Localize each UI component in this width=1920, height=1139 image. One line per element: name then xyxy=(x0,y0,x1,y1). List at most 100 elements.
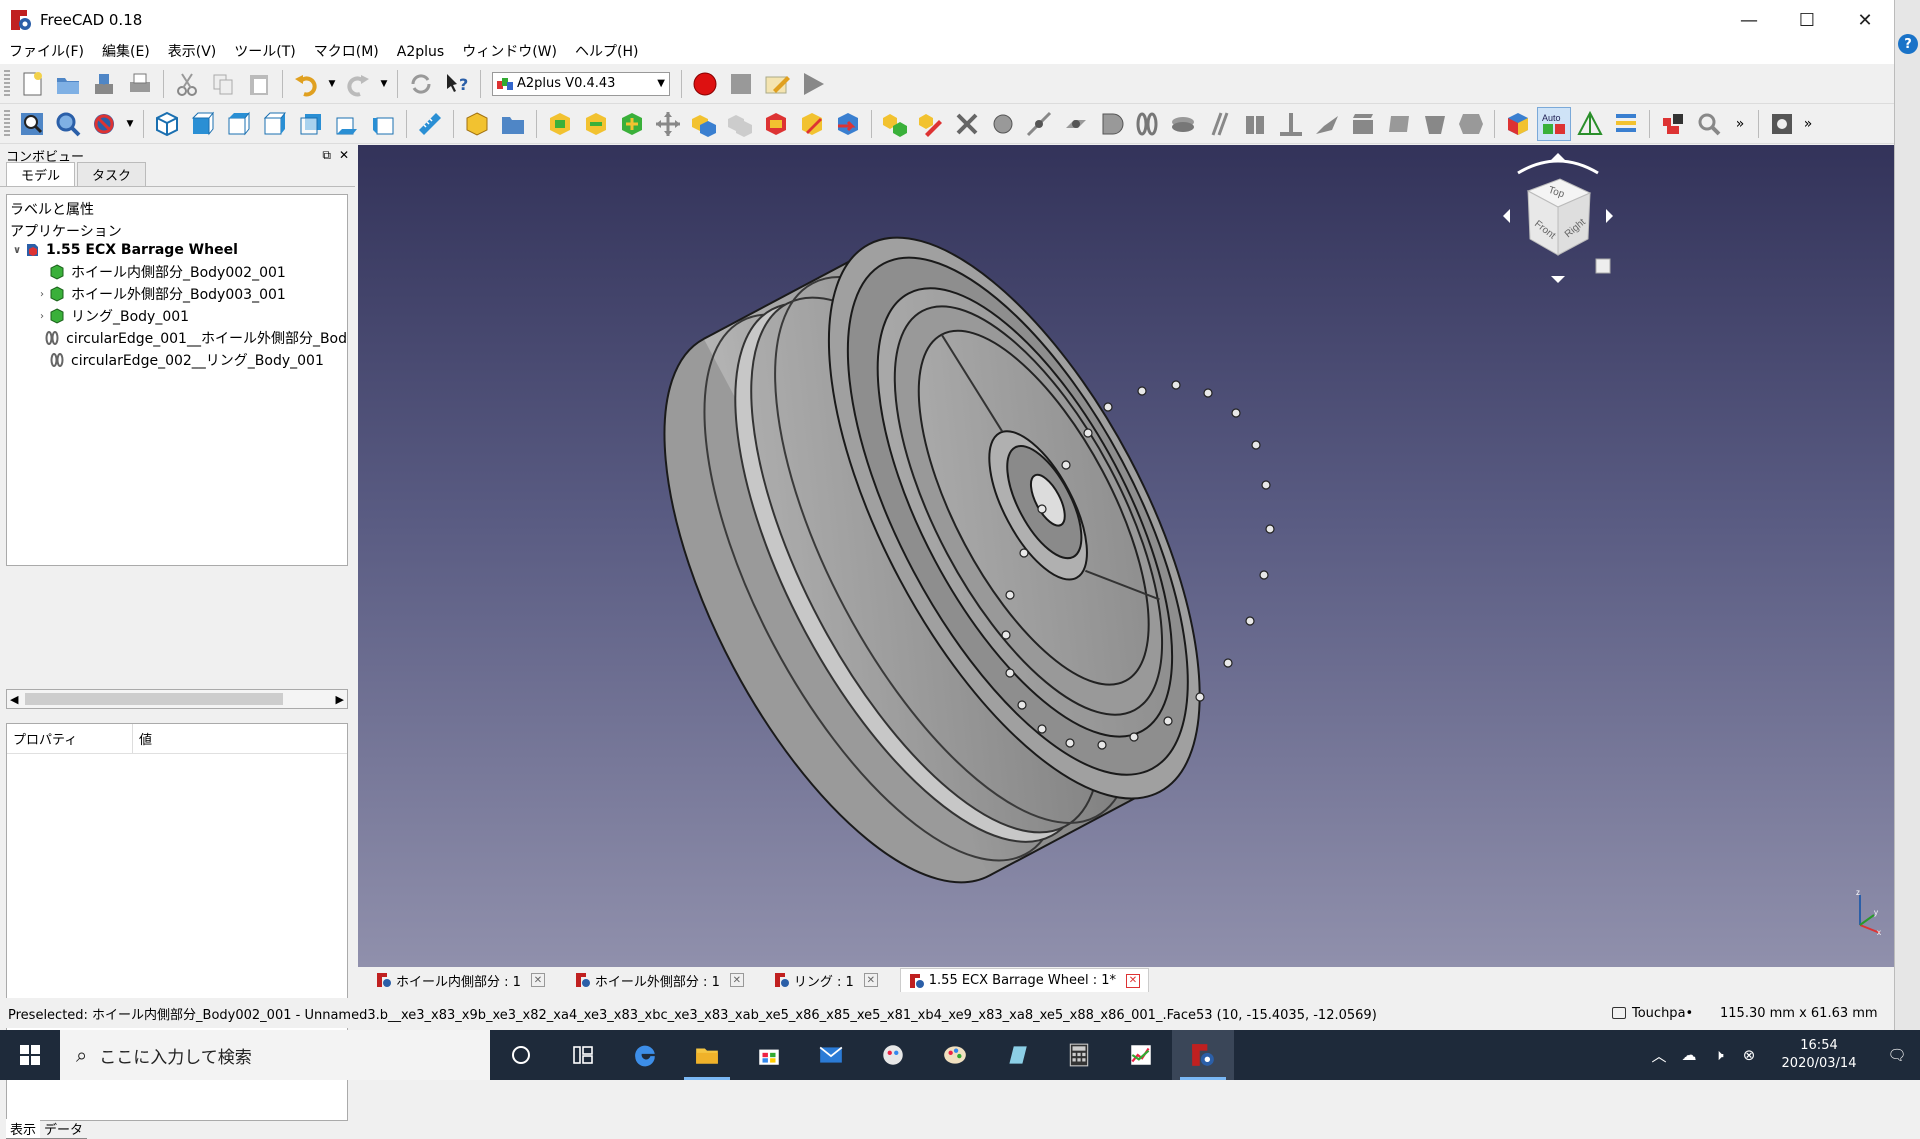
part-icon[interactable] xyxy=(460,107,494,141)
a2p-edit-icon[interactable] xyxy=(795,107,829,141)
close-button[interactable]: ✕ xyxy=(1836,0,1894,40)
mail-icon[interactable] xyxy=(800,1030,862,1080)
refresh-icon[interactable] xyxy=(404,67,438,101)
view-rear-icon[interactable] xyxy=(294,107,328,141)
menu-tools[interactable]: ツール(T) xyxy=(225,40,304,64)
redo-dropdown-icon[interactable]: ▼ xyxy=(377,67,391,101)
menu-help[interactable]: ヘルプ(H) xyxy=(566,40,647,64)
cut-icon[interactable] xyxy=(170,67,204,101)
a2p-add-part-icon[interactable] xyxy=(543,107,577,141)
a2p-duplicate-icon[interactable] xyxy=(687,107,721,141)
help-icon[interactable]: ? xyxy=(1898,34,1918,54)
tab-tasks[interactable]: タスク xyxy=(77,162,147,186)
a2p-move-axis-icon[interactable] xyxy=(651,107,685,141)
tree-item-wheel-inner[interactable]: ホイール内側部分_Body002_001 xyxy=(35,261,375,283)
view-top-icon[interactable] xyxy=(222,107,256,141)
whats-this-icon[interactable]: ? xyxy=(440,67,474,101)
close-icon[interactable]: ✕ xyxy=(863,973,878,987)
tree-item-document[interactable]: ∨ 1.55 ECX Barrage Wheel xyxy=(10,239,350,261)
paste-icon[interactable] xyxy=(242,67,276,101)
clock[interactable]: 16:54 2020/03/14 xyxy=(1764,1037,1874,1073)
tab-view[interactable]: 表示 xyxy=(6,1119,41,1139)
measure-icon[interactable] xyxy=(413,107,447,141)
constraint-circular-edge-icon[interactable] xyxy=(1130,107,1164,141)
a2p-solver-icon[interactable] xyxy=(878,107,912,141)
close-icon[interactable]: ✕ xyxy=(729,973,744,987)
toolbar-grip[interactable] xyxy=(4,109,10,138)
constraint-parallel-edge-icon[interactable] xyxy=(1202,107,1236,141)
macro-edit-icon[interactable] xyxy=(760,67,794,101)
search-icon[interactable] xyxy=(1692,107,1726,141)
file-explorer-icon[interactable] xyxy=(676,1030,738,1080)
taskbar-search-box[interactable]: ⌕ ここに入力して検索 xyxy=(60,1030,490,1080)
doc-tab-ring[interactable]: リング : 1 ✕ xyxy=(766,968,886,992)
paint-icon[interactable] xyxy=(924,1030,986,1080)
a2p-convert-icon[interactable] xyxy=(723,107,757,141)
tree-horizontal-scrollbar[interactable]: ◀ ▶ xyxy=(6,689,348,709)
menu-edit[interactable]: 編集(E) xyxy=(93,40,159,64)
menu-window[interactable]: ウィンドウ(W) xyxy=(453,40,566,64)
view-isometric-icon[interactable] xyxy=(150,107,184,141)
start-button[interactable] xyxy=(0,1030,60,1080)
tab-data[interactable]: データ xyxy=(40,1119,88,1139)
scroll-left-icon[interactable]: ◀ xyxy=(10,693,18,706)
minimize-button[interactable]: — xyxy=(1720,0,1778,40)
view-right-icon[interactable] xyxy=(258,107,292,141)
graph-app-icon[interactable] xyxy=(1110,1030,1172,1080)
menu-a2plus[interactable]: A2plus xyxy=(388,40,453,64)
constraint-perpendicular-icon[interactable] xyxy=(1274,107,1308,141)
network-off-icon[interactable]: ⊗ xyxy=(1734,1046,1764,1064)
close-icon[interactable]: ✕ xyxy=(1125,973,1140,988)
a2p-auto-solve-toggle[interactable]: Auto xyxy=(1537,106,1571,141)
a2p-view-colors-icon[interactable] xyxy=(1501,107,1535,141)
task-view-icon[interactable] xyxy=(552,1030,614,1080)
menu-macro[interactable]: マクロ(M) xyxy=(305,40,388,64)
doc-tab-assembly[interactable]: 1.55 ECX Barrage Wheel : 1* ✕ xyxy=(899,968,1149,992)
navigation-style-selector[interactable]: Touchpa• xyxy=(1612,1006,1693,1021)
view-bottom-icon[interactable] xyxy=(330,107,364,141)
macro-run-icon[interactable] xyxy=(796,67,830,101)
chevron-up-icon[interactable]: ︿ xyxy=(1644,1045,1674,1066)
close-icon[interactable]: ✕ xyxy=(530,973,545,987)
menu-view[interactable]: 表示(V) xyxy=(159,40,226,64)
a2p-update-icon[interactable] xyxy=(579,107,613,141)
a2p-partlist-icon[interactable] xyxy=(1656,107,1690,141)
new-file-icon[interactable] xyxy=(15,67,49,101)
tree-item-wheel-outer[interactable]: › ホイール外側部分_Body003_001 xyxy=(35,283,375,305)
constraint-sphere-icon[interactable] xyxy=(1094,107,1128,141)
workbench-selector[interactable]: A2plus V0.4.43 ▼ xyxy=(492,71,670,96)
print-icon[interactable] xyxy=(123,67,157,101)
macro-record-icon[interactable] xyxy=(688,67,722,101)
navigation-cube[interactable]: Top Front Right xyxy=(1488,151,1628,291)
maximize-button[interactable]: ☐ xyxy=(1778,0,1836,40)
edge-browser-icon[interactable] xyxy=(614,1030,676,1080)
wheel-model[interactable] xyxy=(358,145,1894,967)
draw-style-icon[interactable] xyxy=(87,107,121,141)
constraint-point-icon[interactable] xyxy=(986,107,1020,141)
tree-item-circular-edge-1[interactable]: circularEdge_001__ホイール外側部分_Bod xyxy=(35,327,347,349)
a2p-delete-constraints-icon[interactable] xyxy=(950,107,984,141)
toolbar-overflow-2-icon[interactable]: » xyxy=(1801,107,1815,141)
expand-arrow-icon[interactable]: › xyxy=(35,289,49,300)
cortana-icon[interactable] xyxy=(490,1030,552,1080)
a2p-import-icon[interactable] xyxy=(831,107,865,141)
fit-selection-icon[interactable] xyxy=(51,107,85,141)
3d-viewport[interactable]: Top Front Right z y x xyxy=(358,145,1894,967)
copy-icon[interactable] xyxy=(206,67,240,101)
tree-item-circular-edge-2[interactable]: circularEdge_002__リング_Body_001 xyxy=(35,349,375,371)
constraint-plane-coincident-icon[interactable] xyxy=(1346,107,1380,141)
a2p-move-icon[interactable] xyxy=(615,107,649,141)
constraint-point-on-line-icon[interactable] xyxy=(1022,107,1056,141)
addon-manager-icon[interactable] xyxy=(1765,107,1799,141)
undo-icon[interactable] xyxy=(289,67,323,101)
view-front-icon[interactable] xyxy=(186,107,220,141)
constraint-point-on-plane-icon[interactable] xyxy=(1058,107,1092,141)
a2p-solve-edit-icon[interactable] xyxy=(914,107,948,141)
undo-dropdown-icon[interactable]: ▼ xyxy=(325,67,339,101)
scroll-thumb[interactable] xyxy=(25,693,283,705)
constraint-plane-icon[interactable] xyxy=(1310,107,1344,141)
draw-style-dropdown-icon[interactable]: ▼ xyxy=(123,107,137,141)
value-column-header[interactable]: 値 xyxy=(133,729,152,748)
tree-item-ring[interactable]: › リング_Body_001 xyxy=(35,305,375,327)
store-icon[interactable] xyxy=(738,1030,800,1080)
